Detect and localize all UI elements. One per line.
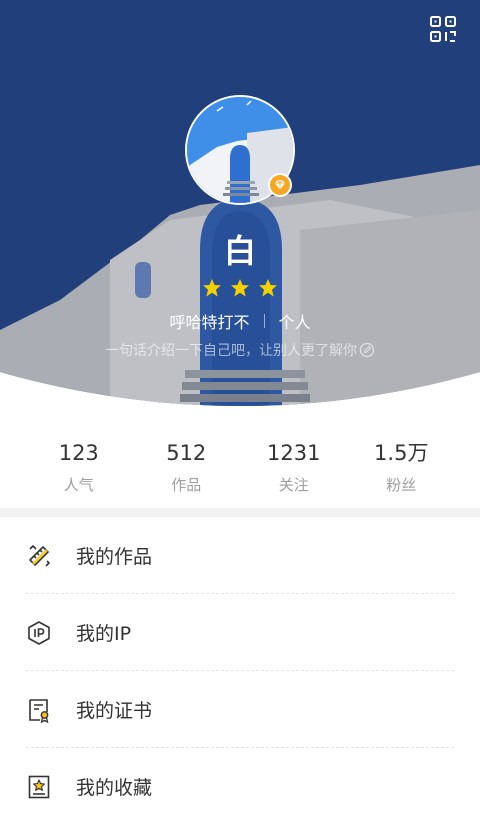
pencil-ruler-icon bbox=[29, 545, 50, 567]
profile-tags: 呼哈特打不 个人 bbox=[0, 309, 480, 333]
stat-label: 粉丝 bbox=[386, 476, 417, 494]
certificate-icon bbox=[29, 699, 49, 723]
profile-header: 白 呼哈特打不 个人 一句话介绍一下自己吧，让别人更了解你 bbox=[0, 0, 480, 410]
stat-label: 人气 bbox=[63, 476, 94, 494]
menu-item-label: 我的收藏 bbox=[76, 777, 153, 799]
bio-placeholder: 一句话介绍一下自己吧，让别人更了解你 bbox=[105, 343, 357, 359]
stat-value: 1231 bbox=[267, 441, 321, 465]
stat-following[interactable]: 1231 关注 bbox=[240, 440, 348, 500]
menu-item-label: 我的证书 bbox=[76, 700, 153, 722]
account-type-tag: 个人 bbox=[278, 313, 311, 332]
nickname: 白 bbox=[223, 232, 256, 270]
rating-star-icon bbox=[203, 279, 221, 297]
stat-value: 512 bbox=[166, 441, 207, 465]
rating-star-icon bbox=[231, 279, 249, 297]
menu-item-my-favorites[interactable]: 我的收藏 bbox=[0, 748, 480, 825]
menu-item-label: 我的IP bbox=[76, 623, 132, 645]
stat-works[interactable]: 512 作品 bbox=[133, 440, 241, 500]
tag-separator bbox=[263, 314, 265, 328]
stat-popularity[interactable]: 123 人气 bbox=[25, 440, 133, 500]
profile-menu: 我的作品 我的IP 我的证书 我的收藏 bbox=[0, 517, 480, 825]
name-tag: 呼哈特打不 bbox=[169, 313, 250, 332]
stat-label: 作品 bbox=[171, 476, 202, 494]
stat-label: 关注 bbox=[278, 476, 309, 494]
avatar-container[interactable] bbox=[185, 95, 295, 205]
stat-value: 1.5万 bbox=[374, 441, 429, 465]
ip-hexagon-icon bbox=[28, 621, 50, 645]
verified-gem-badge-icon bbox=[268, 173, 292, 197]
menu-item-my-certificates[interactable]: 我的证书 bbox=[0, 671, 480, 748]
stat-value: 123 bbox=[58, 441, 99, 465]
edit-pencil-icon[interactable] bbox=[359, 342, 375, 358]
rating-star-icon bbox=[259, 279, 277, 297]
menu-item-label: 我的作品 bbox=[76, 546, 153, 568]
menu-item-my-ip[interactable]: 我的IP bbox=[0, 594, 480, 671]
section-divider bbox=[0, 508, 480, 517]
menu-item-my-works[interactable]: 我的作品 bbox=[0, 517, 480, 594]
rating-stars bbox=[0, 278, 480, 298]
qr-code-icon[interactable] bbox=[428, 14, 458, 44]
profile-stats: 123 人气 512 作品 1231 关注 1.5万 粉丝 bbox=[25, 440, 455, 500]
bio-edit-link[interactable]: 一句话介绍一下自己吧，让别人更了解你 bbox=[0, 340, 480, 360]
stat-followers[interactable]: 1.5万 粉丝 bbox=[348, 440, 456, 500]
favorite-star-icon bbox=[28, 775, 50, 799]
